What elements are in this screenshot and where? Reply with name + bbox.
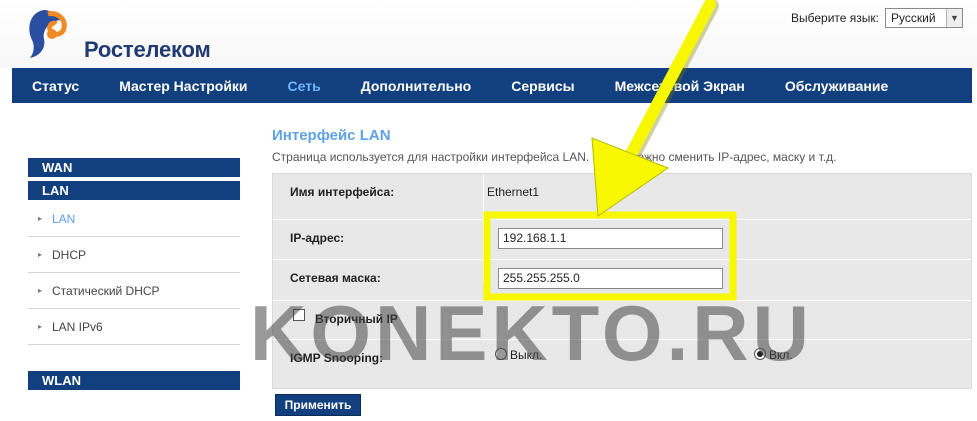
sidebar-item-label: Статический DHCP [52, 283, 160, 298]
language-dropdown[interactable]: Русский ▼ [885, 8, 963, 28]
page-description: Страница используется для настройки инте… [272, 150, 837, 164]
main-nav: Статус Мастер Настройки Сеть Дополнитель… [12, 68, 972, 103]
rostelecom-logo[interactable]: Ростелеком [22, 6, 222, 62]
subnet-mask-label: Сетевая маска: [290, 271, 381, 285]
nav-item-advanced[interactable]: Дополнительно [341, 78, 491, 94]
language-value: Русский [891, 11, 936, 25]
bullet-icon: ▸ [38, 214, 43, 223]
sidebar-item-label: LAN IPv6 [52, 319, 103, 334]
sidebar-section-wlan[interactable]: WLAN [28, 371, 240, 390]
rostelecom-logo-icon [29, 10, 67, 58]
sidebar-item-dhcp[interactable]: ▸ DHCP [28, 237, 240, 273]
nav-item-status[interactable]: Статус [12, 78, 99, 94]
nav-item-wizard[interactable]: Мастер Настройки [99, 78, 267, 94]
bullet-icon: ▸ [38, 250, 43, 259]
bullet-icon: ▸ [38, 286, 43, 295]
apply-button[interactable]: Применить [275, 394, 361, 416]
language-selector: Выберите язык: Русский ▼ [791, 8, 963, 28]
brand-name: Ростелеком [84, 37, 211, 62]
sidebar-section-wan[interactable]: WAN [28, 158, 240, 177]
subnet-mask-input[interactable]: 255.255.255.0 [498, 268, 723, 289]
sidebar-item-label: DHCP [52, 247, 87, 262]
bullet-icon: ▸ [38, 322, 43, 331]
header-bar: Ростелеком Выберите язык: Русский ▼ [0, 0, 977, 68]
ip-address-label: IP-адрес: [290, 231, 345, 245]
interface-name-value: Ethernet1 [487, 185, 540, 199]
nav-item-network[interactable]: Сеть [268, 78, 341, 94]
interface-name-row: Имя интерфейса: Ethernet1 [273, 174, 971, 210]
chevron-down-icon: ▼ [946, 9, 962, 27]
ip-address-input[interactable]: 192.168.1.1 [498, 228, 723, 249]
sidebar-item-label: LAN [52, 211, 76, 226]
sidebar-item-lan-ipv6[interactable]: ▸ LAN IPv6 [28, 309, 240, 345]
page-title: Интерфейс LAN [272, 127, 391, 144]
sidebar-item-lan[interactable]: ▸ LAN [28, 201, 240, 237]
watermark-text: KONEKTO.RU [250, 289, 813, 377]
nav-item-services[interactable]: Сервисы [491, 78, 594, 94]
nav-item-maintenance[interactable]: Обслуживание [765, 78, 908, 94]
sidebar-item-static-dhcp[interactable]: ▸ Статический DHCP [28, 273, 240, 309]
nav-item-firewall[interactable]: Межсетевой Экран [595, 78, 765, 94]
interface-name-label: Имя интерфейса: [290, 185, 395, 199]
language-label: Выберите язык: [791, 11, 879, 25]
sidebar-section-lan[interactable]: LAN [28, 181, 240, 200]
